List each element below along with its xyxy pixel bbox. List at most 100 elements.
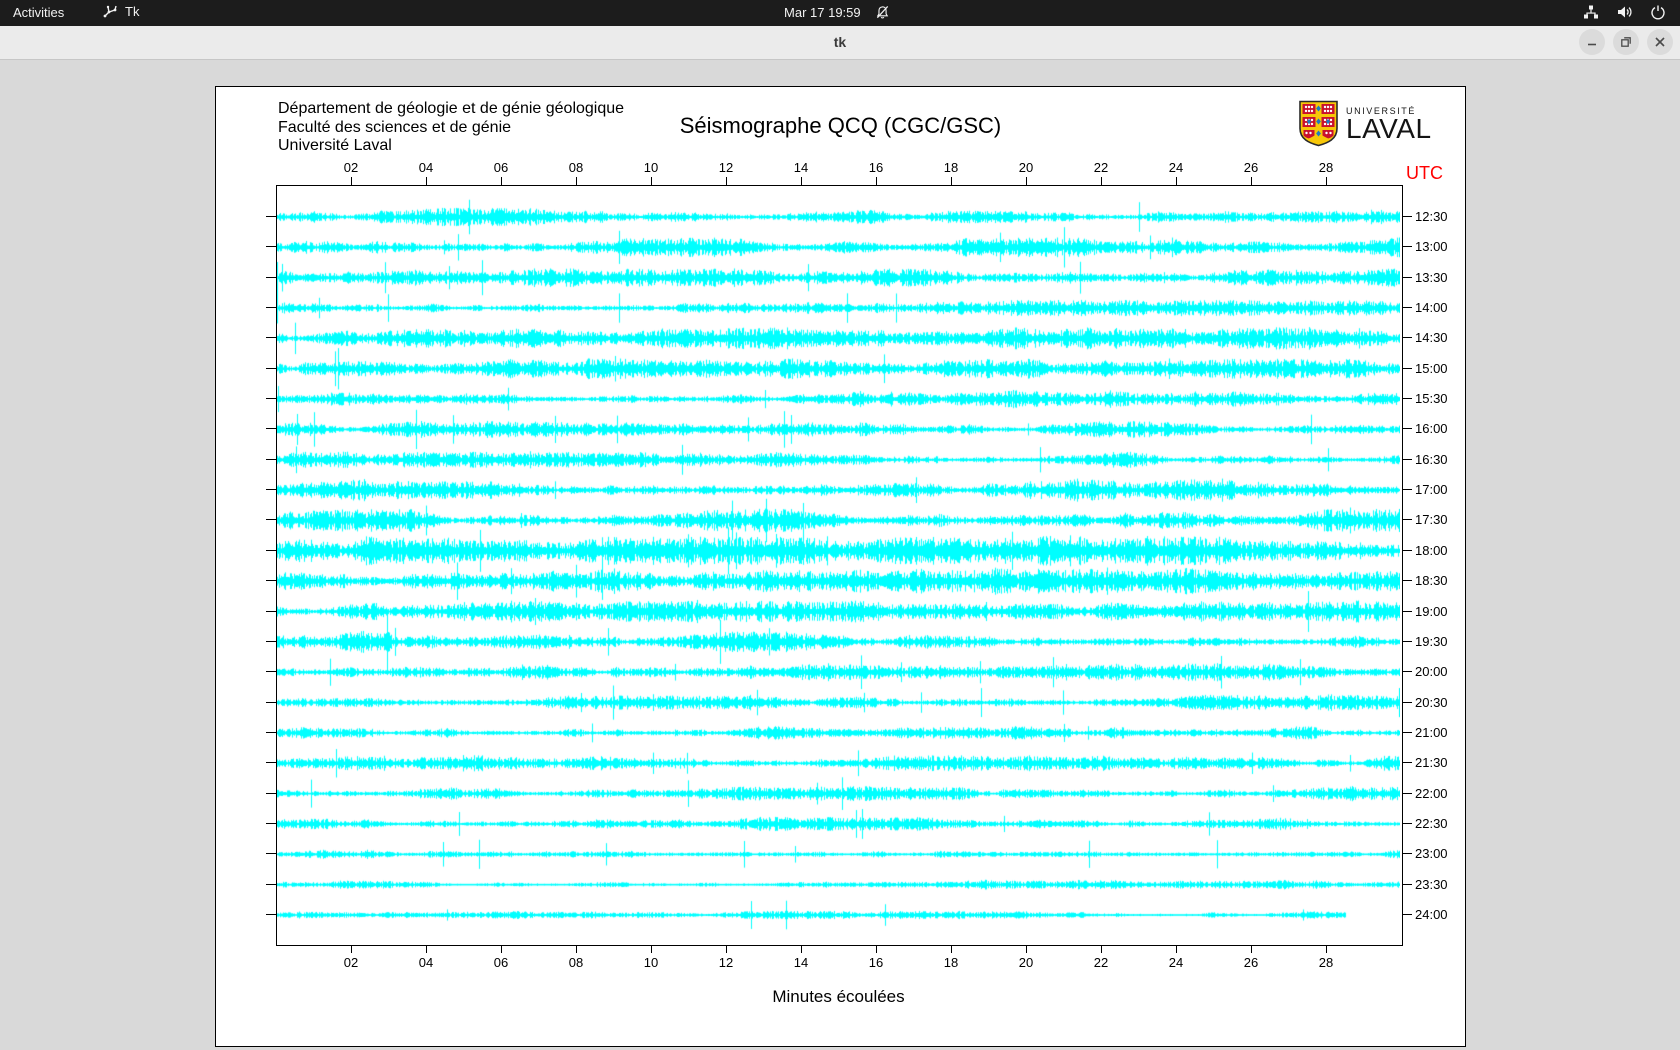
trace-time-label: 14:00	[1415, 300, 1448, 316]
volume-icon	[1616, 4, 1633, 20]
trace-tick-left	[266, 762, 276, 764]
desktop: Activities Tk Mar 17 19:59 tk Départemen…	[0, 0, 1680, 1050]
trace-time-label: 14:30	[1415, 330, 1448, 346]
trace-tick-left	[266, 580, 276, 582]
power-icon	[1650, 4, 1666, 20]
x-tick-top	[876, 177, 877, 185]
x-tick-label-bottom: 20	[1018, 955, 1034, 970]
trace-tick-right	[1402, 337, 1412, 339]
trace-tick-left	[266, 640, 276, 642]
x-tick-bottom	[351, 945, 352, 953]
trace-tick-left	[266, 883, 276, 885]
clock[interactable]: Mar 17 19:59	[784, 5, 861, 20]
x-tick-top	[351, 177, 352, 185]
trace-tick-right	[1402, 914, 1412, 915]
trace-tick-right	[1402, 367, 1412, 369]
notifications-muted-icon[interactable]	[875, 5, 890, 20]
restore-button[interactable]	[1613, 29, 1639, 55]
x-tick-bottom	[726, 945, 727, 953]
x-tick-top	[951, 177, 952, 185]
x-tick-top	[426, 177, 427, 185]
x-tick-label-top: 26	[1243, 160, 1259, 175]
x-tick-label-bottom: 10	[643, 955, 659, 970]
taskbar-app-tk[interactable]: Tk	[103, 4, 139, 19]
trace-tick-right	[1402, 792, 1412, 794]
trace-tick-left	[266, 246, 276, 248]
trace-tick-left	[266, 276, 276, 278]
x-tick-label-bottom: 08	[568, 955, 584, 970]
close-button[interactable]	[1647, 29, 1673, 55]
x-tick-label-top: 18	[943, 160, 959, 175]
trace-tick-right	[1402, 671, 1412, 673]
x-tick-label-top: 22	[1093, 160, 1109, 175]
x-tick-bottom	[876, 945, 877, 953]
x-tick-label-bottom: 18	[943, 955, 959, 970]
trace-tick-left	[266, 398, 276, 400]
trace-tick-right	[1402, 276, 1412, 278]
utc-axis-label: UTC	[1406, 163, 1443, 183]
activities-button[interactable]: Activities	[13, 5, 64, 20]
trace-tick-right	[1402, 640, 1412, 642]
x-tick-bottom	[501, 945, 502, 953]
x-tick-label-top: 10	[643, 160, 659, 175]
trace-tick-right	[1402, 428, 1412, 430]
trace-tick-right	[1402, 580, 1412, 582]
x-tick-label-top: 04	[418, 160, 434, 175]
trace-time-label: 19:30	[1415, 633, 1448, 649]
x-tick-top	[1251, 177, 1252, 185]
trace-time-label: 17:00	[1415, 482, 1448, 498]
trace-tick-left	[266, 671, 276, 673]
trace-tick-left	[266, 216, 276, 217]
trace-tick-right	[1402, 549, 1412, 551]
x-tick-label-top: 12	[718, 160, 734, 175]
trace-time-label: 21:30	[1415, 755, 1448, 771]
trace-time-label: 13:30	[1415, 269, 1448, 285]
trace-tick-right	[1402, 701, 1412, 703]
x-tick-label-top: 14	[793, 160, 809, 175]
trace-tick-left	[266, 489, 276, 491]
trace-time-label: 22:00	[1415, 785, 1448, 801]
trace-time-label: 23:30	[1415, 876, 1448, 892]
institution-line-3: Université Laval	[278, 137, 392, 154]
minimize-button[interactable]	[1579, 29, 1605, 55]
x-tick-bottom	[1026, 945, 1027, 953]
trace-time-label: 15:30	[1415, 391, 1448, 407]
trace-tick-right	[1402, 398, 1412, 400]
x-tick-top	[1176, 177, 1177, 185]
network-wired-icon	[1583, 4, 1599, 20]
laval-shield-icon	[1298, 100, 1339, 147]
trace-time-label: 18:30	[1415, 573, 1448, 589]
x-tick-bottom	[1176, 945, 1177, 953]
trace-tick-right	[1402, 246, 1412, 248]
universite-laval-logo: UNIVERSITÉ LAVAL	[1298, 100, 1432, 147]
trace-tick-left	[266, 701, 276, 703]
x-tick-label-bottom: 14	[793, 955, 809, 970]
trace-time-label: 19:00	[1415, 603, 1448, 619]
trace-tick-left	[266, 792, 276, 794]
trace-tick-right	[1402, 489, 1412, 491]
x-tick-top	[1101, 177, 1102, 185]
tk-app-icon	[103, 4, 118, 19]
x-tick-label-top: 16	[868, 160, 884, 175]
trace-tick-left	[266, 731, 276, 733]
x-tick-top	[1026, 177, 1027, 185]
x-tick-bottom	[1326, 945, 1327, 953]
x-tick-bottom	[576, 945, 577, 953]
trace-tick-left	[266, 458, 276, 460]
trace-tick-right	[1402, 883, 1412, 885]
x-tick-bottom	[1101, 945, 1102, 953]
trace-tick-left	[266, 610, 276, 612]
x-tick-bottom	[426, 945, 427, 953]
trace-tick-left	[266, 307, 276, 309]
window-title: tk	[833, 34, 847, 50]
trace-tick-left	[266, 428, 276, 430]
trace-tick-right	[1402, 216, 1412, 217]
x-tick-label-top: 20	[1018, 160, 1034, 175]
trace-time-label: 16:00	[1415, 421, 1448, 437]
x-tick-label-bottom: 06	[493, 955, 509, 970]
x-tick-top	[1326, 177, 1327, 185]
trace-time-label: 20:30	[1415, 694, 1448, 710]
x-tick-bottom	[801, 945, 802, 953]
x-tick-bottom	[651, 945, 652, 953]
system-status-area[interactable]	[1583, 4, 1666, 20]
